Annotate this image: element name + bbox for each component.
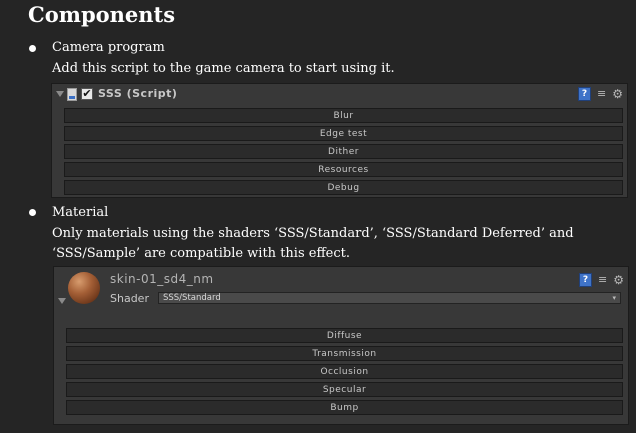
- material-preview-sphere: [68, 272, 100, 304]
- shader-value: SSS/Standard: [163, 293, 221, 303]
- tab-specular[interactable]: Specular: [66, 382, 623, 397]
- help-icon[interactable]: ?: [579, 273, 593, 287]
- bullet-material: [29, 209, 36, 216]
- material-name: skin-01_sd4_nm: [110, 272, 214, 286]
- preset-icon[interactable]: ≡: [598, 274, 607, 286]
- preset-icon[interactable]: ≡: [597, 88, 606, 100]
- tab-occlusion[interactable]: Occlusion: [66, 364, 623, 379]
- tab-debug[interactable]: Debug: [64, 180, 623, 195]
- bullet-camera: [29, 45, 36, 52]
- tab-diffuse[interactable]: Diffuse: [66, 328, 623, 343]
- foldout-arrow-icon[interactable]: [56, 91, 64, 97]
- help-icon[interactable]: ?: [578, 87, 592, 101]
- item-desc-material: Only materials using the shaders ‘SSS/St…: [52, 226, 574, 261]
- item-title-camera: Camera program: [52, 40, 165, 55]
- shader-dropdown[interactable]: SSS/Standard ▾: [158, 292, 621, 304]
- gear-icon[interactable]: ⚙: [612, 88, 623, 100]
- sss-script-panel: ✔ SSS (Script) ? ≡ ⚙ Blur Edge test Dith…: [51, 83, 628, 198]
- script-header[interactable]: ✔ SSS (Script) ? ≡ ⚙: [52, 84, 627, 106]
- foldout-arrow-icon[interactable]: [58, 298, 66, 304]
- tab-transmission[interactable]: Transmission: [66, 346, 623, 361]
- section-heading: Components: [28, 2, 176, 27]
- item-desc-camera: Add this script to the game camera to st…: [52, 61, 395, 76]
- gear-icon[interactable]: ⚙: [613, 274, 624, 286]
- dropdown-arrow-icon: ▾: [612, 294, 616, 302]
- material-panel: skin-01_sd4_nm Shader SSS/Standard ▾ ? ≡…: [53, 266, 629, 425]
- tab-dither[interactable]: Dither: [64, 144, 623, 159]
- item-title-material: Material: [52, 205, 109, 220]
- script-icon: [67, 88, 77, 101]
- shader-label: Shader: [110, 292, 149, 305]
- tab-edge-test[interactable]: Edge test: [64, 126, 623, 141]
- tab-bump[interactable]: Bump: [66, 400, 623, 415]
- enabled-checkbox[interactable]: ✔: [81, 88, 93, 100]
- tab-resources[interactable]: Resources: [64, 162, 623, 177]
- tab-blur[interactable]: Blur: [64, 108, 623, 123]
- component-title: SSS (Script): [98, 87, 178, 100]
